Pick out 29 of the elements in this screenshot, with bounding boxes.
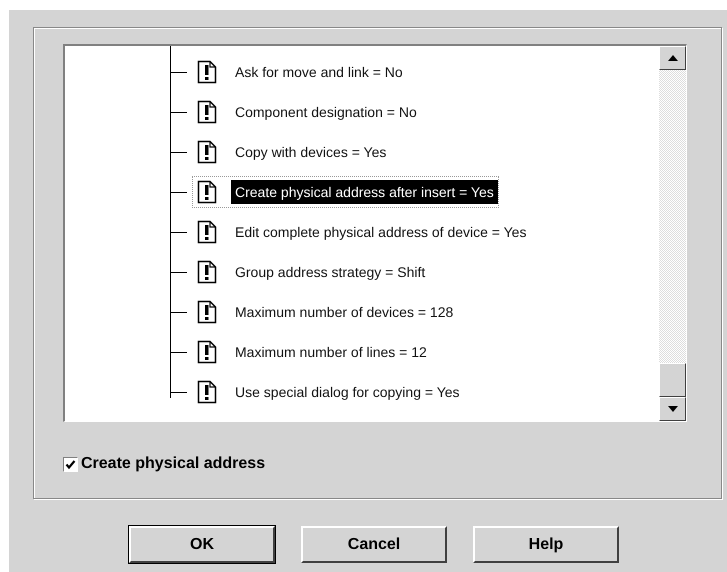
exclamation-document-icon <box>197 180 217 204</box>
scroll-down-button[interactable] <box>659 397 686 421</box>
tree-item[interactable]: Group address strategy = Shift <box>192 256 430 288</box>
exclamation-document-icon <box>197 380 217 404</box>
dialog-button[interactable]: Cancel <box>301 526 447 563</box>
exclamation-document-icon <box>197 60 217 84</box>
tree-item[interactable]: Edit complete physical address of device = Yes <box>192 216 532 248</box>
up-arrow-icon <box>668 55 678 61</box>
scroll-up-button[interactable] <box>659 46 686 70</box>
down-arrow-icon <box>668 406 678 412</box>
checkbox[interactable] <box>63 456 78 472</box>
tree-item[interactable]: Maximum number of devices = 128 <box>192 296 458 328</box>
exclamation-document-icon <box>197 220 217 244</box>
tree-item[interactable]: Maximum number of lines = 12 <box>192 336 432 368</box>
exclamation-document-icon <box>197 340 217 364</box>
exclamation-document-icon <box>197 300 217 324</box>
tree-item[interactable]: Component designation = No <box>192 96 422 128</box>
tree-item[interactable]: Ask for move and link = No <box>192 56 408 88</box>
exclamation-document-icon <box>197 140 217 164</box>
dialog-button[interactable]: Help <box>473 526 619 563</box>
scrollbar[interactable] <box>659 46 686 421</box>
exclamation-document-icon <box>197 100 217 124</box>
tree-item[interactable]: Copy with devices = Yes <box>192 136 392 168</box>
tree-item[interactable]: Use special dialog for copying = Yes <box>192 376 465 408</box>
scroll-thumb[interactable] <box>659 363 686 397</box>
checkbox-label: Create physical address <box>81 455 266 473</box>
dialog-button[interactable]: OK <box>129 526 275 563</box>
exclamation-document-icon <box>197 260 217 284</box>
tree-item[interactable]: Create physical address after insert = Yes <box>192 176 499 208</box>
